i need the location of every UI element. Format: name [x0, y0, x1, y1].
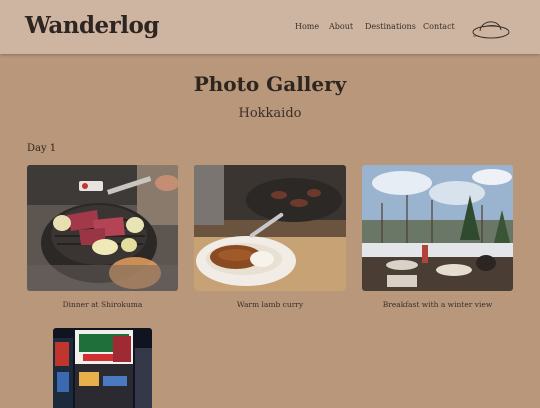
site-header: Wanderlog Home About Destinations Contac…: [0, 0, 540, 54]
nav-about[interactable]: About: [329, 22, 353, 31]
caption-curry: Warm lamb curry: [236, 300, 304, 309]
nav-destinations[interactable]: Destinations: [365, 22, 416, 31]
nav-contact[interactable]: Contact: [423, 22, 455, 31]
photo-curry[interactable]: [194, 165, 346, 291]
caption-dinner: Dinner at Shirokuma: [62, 300, 143, 309]
page-title: Photo Gallery: [193, 72, 347, 96]
photo-breakfast[interactable]: [362, 165, 513, 291]
nav-home[interactable]: Home: [295, 22, 319, 31]
photo-dinner[interactable]: [27, 165, 178, 291]
caption-breakfast: Breakfast with a winter view: [382, 300, 493, 309]
page-subtitle: Hokkaido: [238, 106, 302, 121]
photo-night-city[interactable]: [53, 328, 152, 408]
day-heading: Day 1: [27, 143, 57, 154]
site-brand[interactable]: Wanderlog: [25, 12, 159, 39]
hat-logo-icon[interactable]: [471, 14, 513, 42]
